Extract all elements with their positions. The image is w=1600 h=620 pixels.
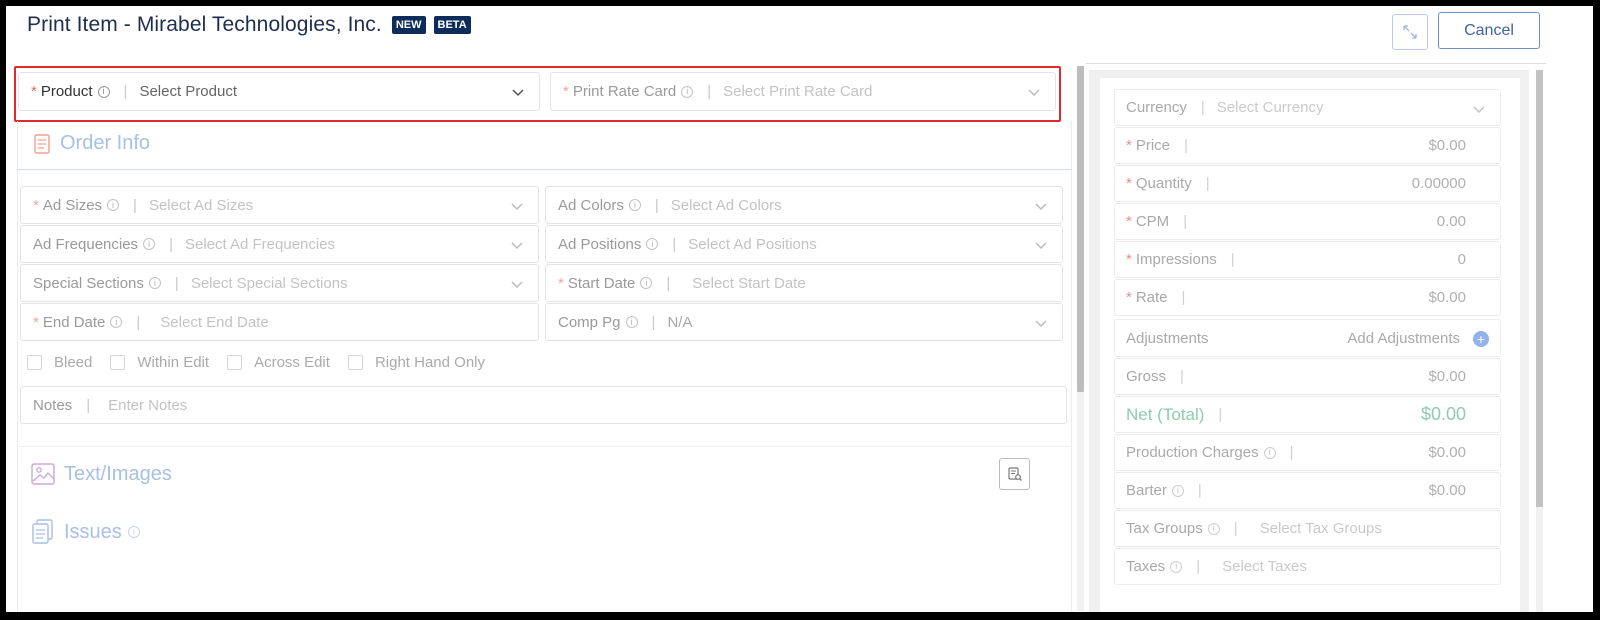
header-divider xyxy=(1086,63,1546,64)
info-icon: i xyxy=(640,277,653,289)
info-icon: i xyxy=(110,316,123,328)
currency-select[interactable]: Currency | Select Currency xyxy=(1114,89,1501,126)
image-icon xyxy=(31,463,55,485)
info-icon: i xyxy=(1170,560,1183,573)
chevron-down-icon xyxy=(1035,242,1047,250)
document-search-icon xyxy=(1007,467,1022,481)
special-sections-select[interactable]: Special Sections i | Select Special Sect… xyxy=(20,264,539,302)
highlight-box xyxy=(14,66,1061,122)
net-total-field: Net (Total) | $0.00 xyxy=(1114,396,1501,433)
right-hand-only-checkbox[interactable]: Right Hand Only xyxy=(347,354,485,371)
add-adjustments-link[interactable]: Add Adjustments xyxy=(1347,330,1460,347)
chevron-down-icon xyxy=(511,203,523,211)
end-date-field[interactable]: * End Date i | Select End Date xyxy=(20,303,539,341)
ad-options-checkboxes: Bleed Within Edit Across Edit Right Hand… xyxy=(27,354,503,371)
stacked-documents-icon xyxy=(32,519,53,544)
info-icon: i xyxy=(1207,522,1220,535)
preview-button[interactable] xyxy=(999,458,1030,490)
comp-pg-select[interactable]: Comp Pg i | N/A xyxy=(545,303,1063,341)
ad-positions-select[interactable]: Ad Positions i | Select Ad Positions xyxy=(545,225,1063,263)
quantity-field[interactable]: * Quantity | 0.00000 xyxy=(1114,165,1501,202)
chevron-down-icon xyxy=(1473,106,1485,114)
rate-field[interactable]: * Rate | $0.00 xyxy=(1114,279,1501,316)
info-icon: i xyxy=(148,277,161,289)
print-item-dialog: Print Item - Mirabel Technologies, Inc. … xyxy=(6,6,1593,612)
info-icon: i xyxy=(1263,446,1276,459)
cpm-field[interactable]: * CPM | 0.00 xyxy=(1114,203,1501,240)
production-charges-field[interactable]: Production Charges i | $0.00 xyxy=(1114,434,1501,471)
expand-button[interactable] xyxy=(1392,14,1428,50)
document-icon xyxy=(34,133,50,154)
expand-arrows-icon xyxy=(1403,25,1417,39)
bleed-checkbox[interactable]: Bleed xyxy=(27,354,92,371)
barter-field[interactable]: Barter i | $0.00 xyxy=(1114,472,1501,509)
chevron-down-icon xyxy=(1035,203,1047,211)
issues-header[interactable]: Issues i xyxy=(30,518,140,546)
chevron-down-icon xyxy=(511,242,523,250)
info-icon: i xyxy=(107,199,120,211)
info-icon: i xyxy=(1171,484,1184,497)
price-field[interactable]: * Price | $0.00 xyxy=(1114,127,1501,164)
taxes-select[interactable]: Taxes i | Select Taxes xyxy=(1114,548,1501,585)
issues-title: Issues xyxy=(64,520,122,543)
right-scrollbar-thumb[interactable] xyxy=(1536,70,1543,507)
order-info-header[interactable]: Order Info xyxy=(32,132,150,155)
cancel-button[interactable]: Cancel xyxy=(1438,12,1540,49)
beta-badge: BETA xyxy=(433,16,471,34)
chevron-down-icon xyxy=(1035,320,1047,328)
new-badge: NEW xyxy=(391,16,426,34)
ad-colors-select[interactable]: Ad Colors i | Select Ad Colors xyxy=(545,186,1063,224)
left-scrollbar-thumb[interactable] xyxy=(1077,66,1084,392)
info-icon: i xyxy=(143,238,156,250)
plus-circle-icon[interactable]: + xyxy=(1473,331,1489,347)
chevron-down-icon xyxy=(511,281,523,289)
impressions-field[interactable]: * Impressions | 0 xyxy=(1114,241,1501,278)
page-title: Print Item - Mirabel Technologies, Inc. xyxy=(27,13,382,36)
info-icon: i xyxy=(625,316,638,328)
info-icon: i xyxy=(628,199,641,211)
tax-groups-select[interactable]: Tax Groups i | Select Tax Groups xyxy=(1114,510,1501,547)
ad-frequencies-select[interactable]: Ad Frequencies i | Select Ad Frequencies xyxy=(20,225,539,263)
adjustments-row: Adjustments Add Adjustments + xyxy=(1114,319,1501,357)
info-icon: i xyxy=(646,238,659,250)
text-images-header[interactable]: Text/Images xyxy=(30,462,172,486)
across-edit-checkbox[interactable]: Across Edit xyxy=(227,354,330,371)
ad-sizes-select[interactable]: * Ad Sizes i | Select Ad Sizes xyxy=(20,186,539,224)
gross-field: Gross | $0.00 xyxy=(1114,358,1501,395)
order-info-divider xyxy=(17,169,1072,170)
within-edit-checkbox[interactable]: Within Edit xyxy=(110,354,209,371)
text-images-title: Text/Images xyxy=(64,462,172,485)
section-divider xyxy=(17,446,1072,447)
notes-input[interactable]: Notes | Enter Notes xyxy=(20,386,1067,424)
title-row: Print Item - Mirabel Technologies, Inc. … xyxy=(27,13,471,37)
start-date-field[interactable]: * Start Date i | Select Start Date xyxy=(545,264,1063,302)
order-info-title: Order Info xyxy=(60,132,151,154)
info-icon: i xyxy=(127,526,140,538)
